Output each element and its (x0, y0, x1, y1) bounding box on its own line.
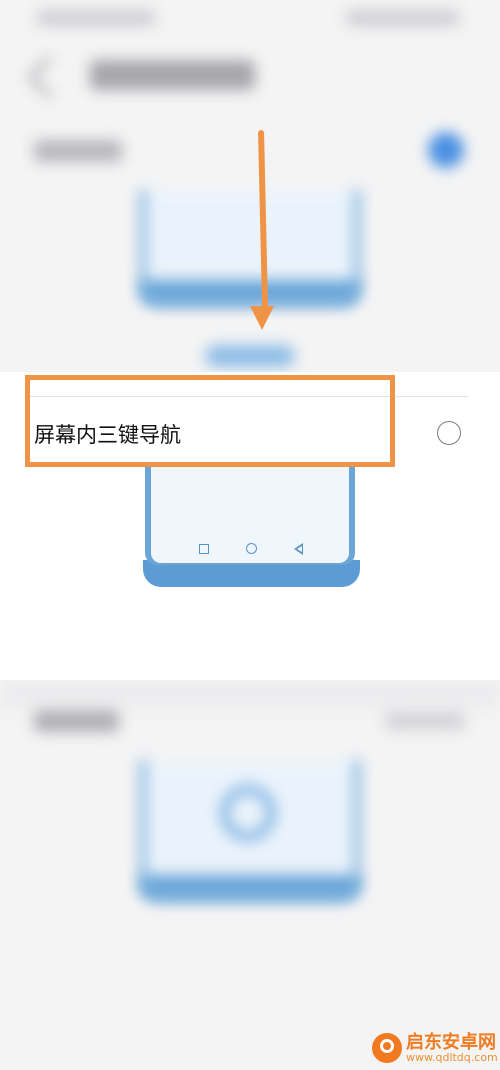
nav-circle-icon (246, 543, 257, 554)
gesture-nav-settings-pill[interactable] (205, 345, 295, 367)
gesture-nav-label (34, 140, 122, 162)
gesture-nav-radio[interactable] (428, 132, 464, 168)
status-bar-right (345, 10, 460, 26)
watermark-url: www.qdltdq.com (406, 1051, 498, 1064)
page-title (90, 60, 255, 90)
nav-square-icon (199, 544, 209, 554)
watermark-logo-inner (380, 1039, 394, 1053)
floating-nav-toggle[interactable] (385, 712, 465, 730)
annotation-arrow-head (250, 306, 274, 330)
floating-nav-preview-base (140, 875, 360, 900)
status-bar-left (36, 10, 156, 26)
back-arrow-icon[interactable] (27, 55, 71, 99)
floating-dock-icon (220, 785, 276, 841)
floating-nav-label (34, 710, 119, 732)
section-separator (0, 680, 500, 708)
annotation-highlight-box (25, 375, 395, 467)
nav-back-icon-inner (297, 545, 302, 552)
three-key-nav-radio[interactable] (437, 421, 461, 445)
gesture-nav-preview-base (140, 280, 360, 305)
